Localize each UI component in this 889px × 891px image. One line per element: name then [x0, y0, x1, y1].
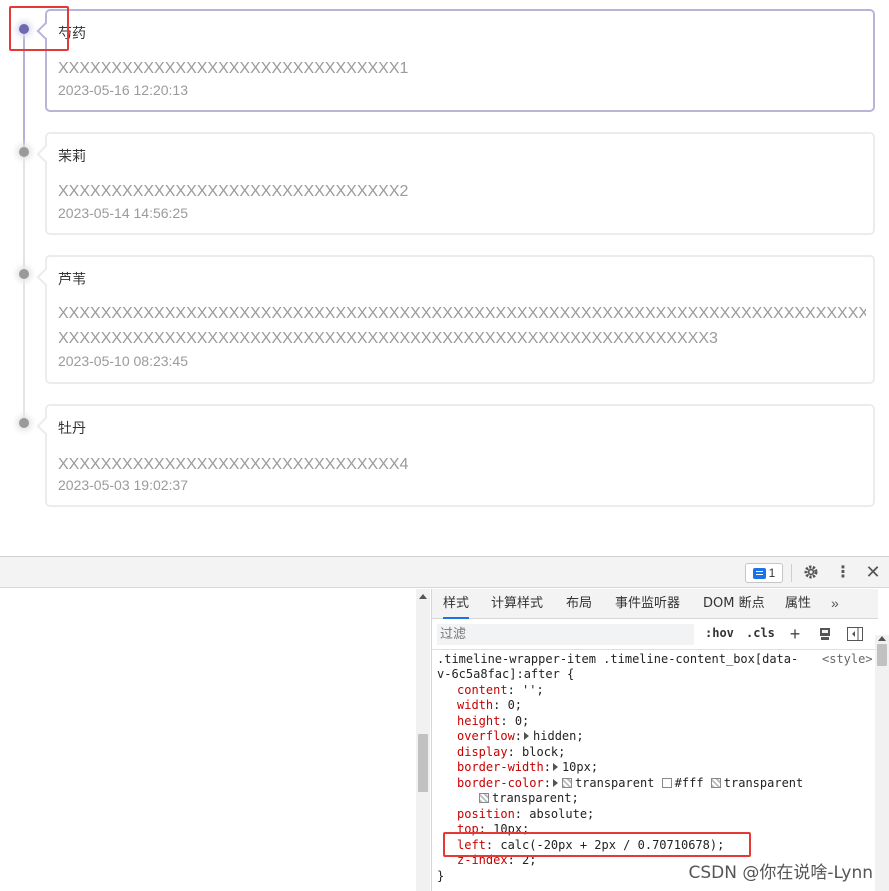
highlight-box	[9, 6, 69, 51]
card-content: XXXXXXXXXXXXXXXXXXXXXXXXXXXXXXXX2	[58, 183, 409, 200]
timeline-dot	[19, 418, 29, 428]
styles-vertical-scrollbar[interactable]	[875, 635, 889, 891]
card-time: 2023-05-03 19:02:37	[58, 477, 188, 493]
tab-dom-breakpoints[interactable]: DOM 断点	[703, 589, 765, 619]
card-title: 芦苇	[58, 271, 86, 287]
tab-properties[interactable]: 属性	[785, 589, 811, 619]
css-source-link[interactable]: <style>	[822, 652, 873, 667]
more-options-icon[interactable]: ⋮	[833, 562, 853, 582]
card-content: XXXXXXXXXXXXXXXXXXXXXXXXXXXXXXXX1	[58, 60, 409, 77]
card-arrow	[36, 268, 54, 286]
css-declaration-wrap: transparent;	[479, 791, 579, 806]
css-rule-close: }	[437, 869, 445, 883]
filter-bar: :hov .cls +	[432, 620, 878, 650]
expand-triangle-icon[interactable]	[524, 732, 530, 740]
tab-styles[interactable]: 样式	[443, 589, 470, 619]
timeline-card[interactable]: 牡丹 XXXXXXXXXXXXXXXXXXXXXXXXXXXXXXXX4 202…	[36, 404, 875, 507]
hov-button[interactable]: :hov	[705, 626, 734, 640]
timeline: 芍药 XXXXXXXXXXXXXXXXXXXXXXXXXXXXXXXX1 202…	[0, 0, 889, 556]
card-title: 茉莉	[58, 148, 86, 164]
scroll-up-icon[interactable]	[419, 594, 427, 599]
gear-icon[interactable]	[801, 562, 821, 582]
cls-button[interactable]: .cls	[746, 626, 775, 640]
card-time: 2023-05-14 14:56:25	[58, 205, 188, 221]
css-selector[interactable]: .timeline-wrapper-item .timeline-content…	[437, 652, 798, 667]
timeline-card[interactable]: 茉莉 XXXXXXXXXXXXXXXXXXXXXXXXXXXXXXXX2 202…	[36, 132, 875, 235]
message-icon	[752, 567, 766, 579]
timeline-line	[23, 152, 25, 424]
expand-triangle-icon[interactable]	[552, 779, 558, 787]
color-swatch[interactable]	[710, 778, 721, 788]
css-declaration[interactable]: width: 0;	[457, 698, 522, 713]
add-rule-icon[interactable]: +	[787, 624, 803, 644]
card-content: XXXXXXXXXXXXXXXXXXXXXXXXXXXXXXXX4	[58, 456, 409, 473]
card-time: 2023-05-16 12:20:13	[58, 82, 188, 98]
color-swatch[interactable]	[561, 778, 572, 788]
color-swatch[interactable]	[661, 778, 672, 788]
timeline-dot	[19, 269, 29, 279]
card-content: XXXXXXXXXXXXXXXXXXXXXXXXXXXXXXXXXXXXXXXX…	[58, 301, 866, 351]
css-selector[interactable]: v-6c5a8fac]:after {	[437, 667, 574, 682]
css-declaration[interactable]: border-color: transparent #fff transparen…	[457, 776, 803, 791]
card-arrow	[36, 417, 54, 435]
filter-input[interactable]	[437, 624, 694, 645]
close-icon[interactable]: ✕	[863, 562, 883, 582]
card-content-line: XXXXXXXXXXXXXXXXXXXXXXXXXXXXXXXXXXXXXXXX…	[58, 330, 718, 347]
expand-triangle-icon[interactable]	[552, 763, 558, 771]
issues-badge[interactable]: 1	[745, 563, 783, 583]
sidebar-tabs: 样式 计算样式 布局 事件监听器 DOM 断点 属性 »	[432, 589, 878, 619]
timeline-card[interactable]: 芦苇 XXXXXXXXXXXXXXXXXXXXXXXXXXXXXXXXXXXXX…	[36, 255, 875, 384]
timeline-dot	[19, 147, 29, 157]
tab-event-listeners[interactable]: 事件监听器	[615, 589, 680, 619]
vertical-scrollbar[interactable]	[416, 589, 430, 891]
card-content-line: XXXXXXXXXXXXXXXXXXXXXXXXXXXXXXXXXXXXXXXX…	[58, 305, 866, 322]
computed-styles-toggle-icon[interactable]	[817, 626, 833, 642]
css-declaration[interactable]: content: '';	[457, 683, 544, 698]
css-declaration[interactable]: overflow: hidden;	[457, 729, 584, 744]
elements-panel[interactable]	[0, 589, 415, 891]
scrollbar-thumb[interactable]	[877, 644, 887, 666]
css-declaration[interactable]: height: 0;	[457, 714, 529, 729]
card-time: 2023-05-10 08:23:45	[58, 353, 188, 369]
devtools-toolbar: 1 ⋮ ✕	[0, 557, 889, 588]
issues-count: 1	[768, 566, 776, 580]
css-declaration[interactable]: display: block;	[457, 745, 565, 760]
scroll-up-icon[interactable]	[878, 636, 886, 641]
timeline-card[interactable]: 芍药 XXXXXXXXXXXXXXXXXXXXXXXXXXXXXXXX1 202…	[36, 9, 875, 112]
more-tabs-icon[interactable]: »	[831, 595, 839, 611]
scrollbar-thumb[interactable]	[418, 734, 428, 792]
css-declaration[interactable]: position: absolute;	[457, 807, 594, 822]
color-swatch[interactable]	[479, 793, 489, 803]
card-arrow	[36, 145, 54, 163]
toolbar-divider	[791, 564, 792, 582]
tab-layout[interactable]: 布局	[566, 589, 592, 619]
toggle-sidebar-icon[interactable]	[847, 626, 863, 642]
tab-computed[interactable]: 计算样式	[491, 589, 543, 619]
highlight-box	[443, 832, 751, 857]
watermark: CSDN @你在说啥-Lynn	[688, 863, 873, 883]
card-title: 牡丹	[58, 420, 86, 436]
css-declaration[interactable]: border-width: 10px;	[457, 760, 598, 775]
